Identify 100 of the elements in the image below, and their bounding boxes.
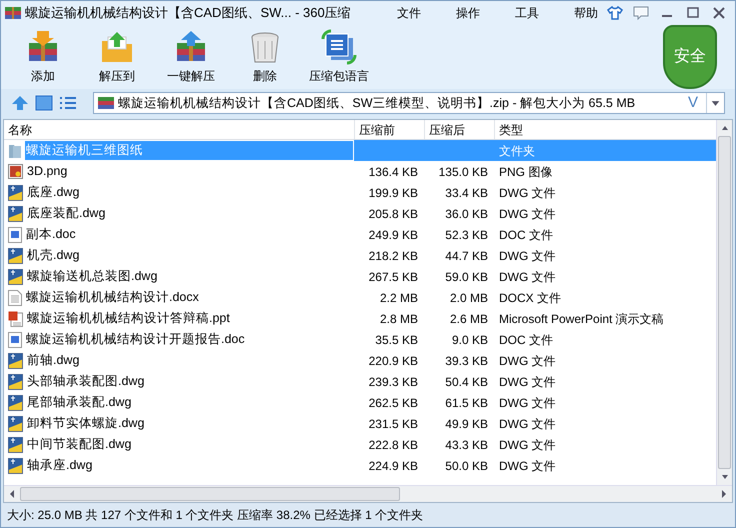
file-name[interactable]: 螺旋运输机机械结构设计开题报告.doc [25, 330, 246, 349]
drawing-file-icon [8, 416, 23, 432]
drawing-file-icon [8, 206, 23, 222]
archive-app-icon [5, 5, 21, 21]
table-cell: DWG 文件 [499, 374, 556, 388]
feedback-icon[interactable] [633, 6, 649, 20]
drawing-file-icon [8, 436, 23, 452]
table-cell: 36.0 KB [445, 206, 488, 220]
menu-item[interactable]: 操作 [452, 4, 484, 22]
address-field[interactable]: 螺旋运输机机械结构设计【含CAD图纸、SW三维模型、说明书】.zip - 解包大小为 65.5 MB V [93, 92, 725, 114]
table-cell: 222.8 KB [368, 438, 418, 452]
menu-item[interactable]: 帮助 [570, 4, 602, 22]
vertical-scrollbar[interactable] [716, 120, 732, 485]
file-name[interactable]: 3D.png [26, 162, 68, 181]
table-cell: DWG 文件 [499, 458, 556, 472]
file-name[interactable]: 螺旋输送机总装图.dwg [26, 267, 158, 286]
table-cell: 33.4 KB [445, 186, 488, 200]
file-name[interactable]: 头部轴承装配图.dwg [26, 372, 146, 391]
image-file-icon [8, 164, 23, 179]
toolbar-button[interactable]: 删除 [235, 29, 295, 85]
column-header[interactable]: 名称 [4, 120, 354, 139]
table-cell: DWG 文件 [499, 354, 556, 368]
table-cell: 52.3 KB [445, 228, 488, 242]
text-file-icon [8, 290, 22, 306]
table-cell: 205.8 KB [368, 206, 418, 220]
table-cell: 2.8 MB [380, 312, 418, 326]
toolbar-button[interactable]: 压缩包语言 [309, 29, 369, 85]
file-name[interactable]: 前轴.dwg [26, 351, 80, 370]
folder-arrow-icon [99, 29, 135, 65]
table-cell: DWG 文件 [499, 438, 556, 452]
table-cell: 61.5 KB [445, 396, 488, 410]
table-cell: PNG 图像 [499, 164, 552, 178]
file-name[interactable]: 螺旋运输机机械结构设计.docx [25, 288, 200, 307]
table-cell: 224.9 KB [368, 458, 418, 472]
document-icon [8, 226, 22, 242]
list-view-icon[interactable] [59, 95, 77, 111]
table-cell: 35.5 KB [375, 332, 418, 346]
file-name[interactable]: 副本.doc [25, 225, 77, 244]
close-icon[interactable] [711, 6, 727, 20]
table-cell: DWG 文件 [499, 248, 556, 262]
toolbar-button[interactable]: 一键解压 [161, 29, 221, 85]
shirt-icon[interactable] [607, 6, 623, 20]
table-cell: 44.7 KB [445, 248, 488, 262]
maximize-icon[interactable] [685, 6, 701, 20]
table-cell: 262.5 KB [368, 396, 418, 410]
table-cell: 267.5 KB [368, 270, 418, 284]
menu-item[interactable]: 文件 [393, 4, 425, 22]
file-name[interactable]: 尾部轴承装配.dwg [26, 393, 132, 412]
table-cell: 218.2 KB [368, 248, 418, 262]
table-cell: 231.5 KB [368, 416, 418, 430]
column-header[interactable]: 压缩后 [424, 120, 494, 139]
drawing-file-icon [8, 248, 23, 264]
table-cell: 文件夹 [499, 144, 535, 158]
up-arrow-icon[interactable] [11, 95, 29, 111]
drawing-file-icon [8, 184, 23, 200]
table-cell: 50.0 KB [445, 458, 488, 472]
table-cell: 49.9 KB [445, 416, 488, 430]
toolbar-button[interactable]: 解压到 [87, 29, 147, 85]
file-name[interactable]: 轴承座.dwg [26, 456, 94, 475]
drawing-file-icon [8, 352, 23, 368]
table-cell: DWG 文件 [499, 416, 556, 430]
toolbar-button[interactable]: 添加 [13, 29, 73, 85]
file-name[interactable]: 螺旋运输机机械结构设计答辩稿.ppt [26, 309, 231, 328]
table-cell: DOC 文件 [499, 332, 553, 346]
table-cell: 9.0 KB [452, 332, 488, 346]
table-cell: 220.9 KB [368, 354, 418, 368]
table-cell: 135.0 KB [438, 164, 488, 178]
history-toggle[interactable]: V [684, 92, 702, 114]
table-cell: 39.3 KB [445, 354, 488, 368]
table-cell: 199.9 KB [368, 186, 418, 200]
table-cell: 136.4 KB [368, 164, 418, 178]
file-name[interactable]: 卸料节实体螺旋.dwg [26, 414, 146, 433]
table-cell: DOC 文件 [499, 228, 553, 242]
drawing-file-icon [8, 394, 23, 410]
table-cell: Microsoft PowerPoint 演示文稿 [499, 312, 664, 326]
folder-icon [8, 142, 22, 158]
table-cell: 2.2 MB [380, 290, 418, 304]
view-icon[interactable] [35, 95, 53, 111]
table-cell: 2.0 MB [450, 290, 488, 304]
table-cell: 50.4 KB [445, 374, 488, 388]
table-cell: DWG 文件 [499, 270, 556, 284]
file-name[interactable]: 机壳.dwg [26, 246, 80, 265]
file-name[interactable]: 底座装配.dwg [26, 204, 106, 223]
table-cell: 59.0 KB [445, 270, 488, 284]
menu-item[interactable]: 工具 [511, 4, 543, 22]
archive-icon [98, 96, 114, 110]
table-cell: 43.3 KB [445, 438, 488, 452]
table-cell: 2.6 MB [450, 312, 488, 326]
table-cell: DWG 文件 [499, 186, 556, 200]
window-title: 螺旋运输机机械结构设计【含CAD图纸、SW... - 360压缩 [25, 4, 352, 22]
table-cell: DWG 文件 [499, 206, 556, 220]
table-cell: 249.9 KB [368, 228, 418, 242]
drawing-file-icon [8, 374, 23, 390]
file-name[interactable]: 底座.dwg [26, 183, 80, 202]
drawing-file-icon [8, 268, 23, 284]
file-name[interactable]: 中间节装配图.dwg [26, 435, 132, 454]
horizontal-scrollbar[interactable] [4, 485, 732, 502]
column-header[interactable]: 压缩前 [354, 120, 424, 139]
table-cell: DOCX 文件 [499, 290, 562, 304]
document-icon [8, 332, 22, 348]
